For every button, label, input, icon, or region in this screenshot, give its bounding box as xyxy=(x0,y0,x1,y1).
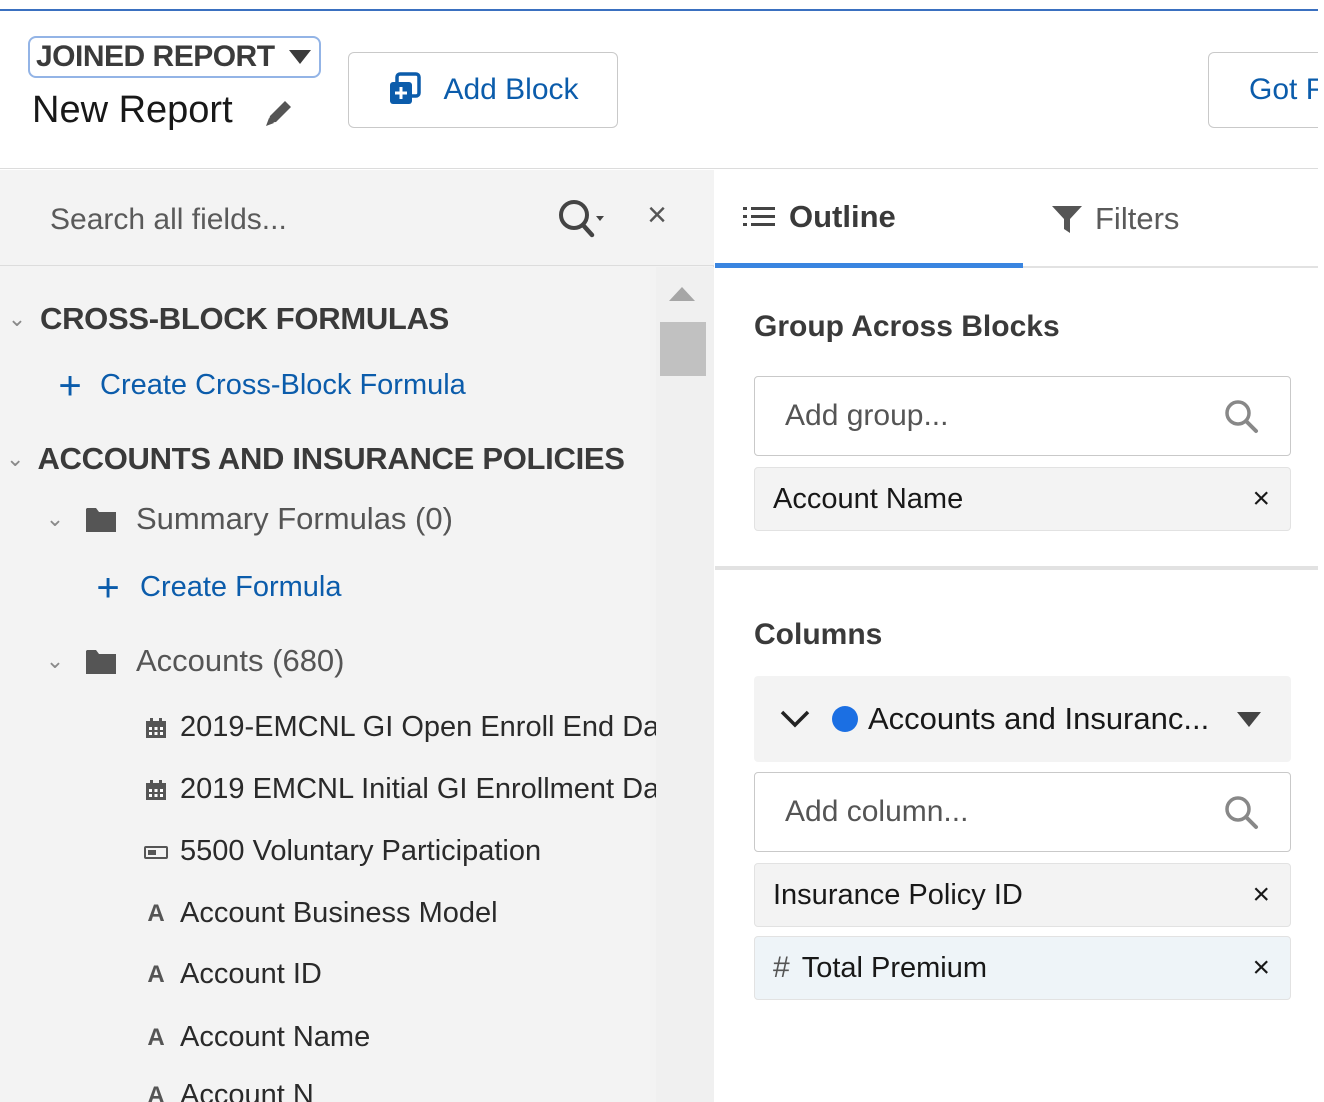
got-feedback-button[interactable]: Got F xyxy=(1208,52,1324,128)
fields-panel: × ⌄ CROSS-BLOCK FORMULAS + Create Cross-… xyxy=(0,170,714,1102)
create-cross-block-formula-label: Create Cross-Block Formula xyxy=(100,369,466,401)
block-header[interactable]: Accounts and Insuranc... xyxy=(754,676,1291,762)
group-pill-label: Account Name xyxy=(773,482,964,515)
text-field-icon: A xyxy=(147,899,165,927)
panel-tabs: Outline Filters xyxy=(715,170,1318,268)
text-field-icon: A xyxy=(147,960,165,988)
text-field-icon: A xyxy=(147,1023,165,1051)
scroll-thumb[interactable] xyxy=(660,322,706,376)
group-pill: Account Name × xyxy=(754,467,1291,531)
create-formula-label: Create Formula xyxy=(140,571,342,603)
report-name: New Report xyxy=(32,89,233,131)
search-icon xyxy=(1225,796,1258,829)
column-pill[interactable]: Insurance Policy ID × xyxy=(754,863,1291,927)
folder-icon xyxy=(86,650,116,674)
report-type-dropdown[interactable]: JOINED REPORT xyxy=(28,36,321,78)
add-column-input[interactable] xyxy=(785,791,1205,833)
calendar-icon xyxy=(146,779,166,800)
column-pill[interactable]: # Total Premium × xyxy=(754,936,1291,1000)
field-item[interactable]: 2019-EMCNL GI Open Enroll End Date xyxy=(144,711,656,744)
section-accounts-and-insurance-policies[interactable]: ⌄ ACCOUNTS AND INSURANCE POLICIES xyxy=(6,441,624,477)
tab-outline-label: Outline xyxy=(789,198,896,234)
search-icon[interactable] xyxy=(556,197,606,241)
section-title: CROSS-BLOCK FORMULAS xyxy=(40,301,450,336)
caret-down-icon xyxy=(288,50,311,64)
scroll-up-arrow-icon[interactable] xyxy=(669,287,695,301)
right-edge-clip xyxy=(1318,0,1324,1102)
create-formula-link[interactable]: + Create Formula xyxy=(92,565,342,610)
columns-title: Columns xyxy=(754,618,883,651)
plus-icon: + xyxy=(58,363,82,408)
add-group-input[interactable] xyxy=(785,395,1205,437)
field-item[interactable]: 5500 Voluntary Participation xyxy=(144,835,541,868)
column-pill-label: Total Premium xyxy=(801,951,988,984)
chevron-down-icon[interactable] xyxy=(780,709,810,729)
field-item[interactable]: A Account N xyxy=(144,1079,314,1102)
chevron-down-icon: ⌄ xyxy=(45,506,65,531)
block-color-dot xyxy=(832,706,858,732)
field-label: Account N xyxy=(180,1079,314,1102)
checkbox-field-icon xyxy=(144,845,168,859)
number-field-icon: # xyxy=(773,951,790,984)
field-label: Account Name xyxy=(180,1021,371,1053)
field-item[interactable]: A Account Name xyxy=(144,1021,370,1054)
caret-down-icon[interactable] xyxy=(1237,712,1261,727)
add-column-field[interactable] xyxy=(754,772,1291,852)
edit-pencil-icon[interactable] xyxy=(262,97,298,129)
field-search-bar: × xyxy=(0,170,714,266)
got-button-label: Got F xyxy=(1249,73,1324,106)
field-tree-scrollbar[interactable] xyxy=(656,267,714,1102)
section-cross-block-formulas[interactable]: ⌄ CROSS-BLOCK FORMULAS xyxy=(6,301,450,337)
text-field-icon: A xyxy=(147,1081,165,1102)
folder-summary-formulas[interactable]: ⌄ Summary Formulas (0) xyxy=(44,501,453,537)
list-icon xyxy=(743,206,775,226)
report-header: JOINED REPORT New Report Add Block Got F xyxy=(0,11,1324,169)
add-block-label: Add Block xyxy=(443,73,579,106)
accounts-folder-label: Accounts (680) xyxy=(136,643,345,678)
group-across-blocks-title: Group Across Blocks xyxy=(754,310,1060,343)
remove-group-icon[interactable]: × xyxy=(1252,482,1270,516)
add-block-button[interactable]: Add Block xyxy=(348,52,618,128)
tab-outline[interactable]: Outline xyxy=(715,170,1023,268)
clear-search-icon[interactable]: × xyxy=(640,198,674,232)
create-cross-block-formula-link[interactable]: + Create Cross-Block Formula xyxy=(54,363,466,408)
chevron-down-icon: ⌄ xyxy=(6,446,25,471)
field-tree: ⌄ CROSS-BLOCK FORMULAS + Create Cross-Bl… xyxy=(0,267,656,1102)
section-title: ACCOUNTS AND INSURANCE POLICIES xyxy=(37,441,624,476)
folder-accounts[interactable]: ⌄ Accounts (680) xyxy=(44,643,345,679)
field-label: 2019 EMCNL Initial GI Enrollment Date xyxy=(180,773,656,805)
filter-icon xyxy=(1052,206,1082,233)
block-name-label: Accounts and Insuranc... xyxy=(868,701,1210,736)
remove-column-icon[interactable]: × xyxy=(1252,951,1270,985)
outline-panel: Outline Filters Group Across Blocks Acco… xyxy=(715,170,1324,1102)
tab-filters-label: Filters xyxy=(1095,201,1180,236)
chevron-down-icon: ⌄ xyxy=(7,306,27,331)
summary-formulas-label: Summary Formulas (0) xyxy=(136,501,453,536)
field-label: 5500 Voluntary Participation xyxy=(180,835,542,867)
chevron-down-icon: ⌄ xyxy=(45,648,65,673)
field-item[interactable]: 2019 EMCNL Initial GI Enrollment Date xyxy=(144,773,656,806)
calendar-icon xyxy=(146,717,166,738)
search-icon xyxy=(1225,400,1258,433)
folder-icon xyxy=(86,508,116,532)
add-block-icon xyxy=(390,72,422,104)
add-group-field[interactable] xyxy=(754,376,1291,456)
field-item[interactable]: A Account Business Model xyxy=(144,897,498,930)
column-pill-label: Insurance Policy ID xyxy=(773,878,1023,911)
field-label: 2019-EMCNL GI Open Enroll End Date xyxy=(180,711,656,743)
tab-filters[interactable]: Filters xyxy=(1051,170,1301,268)
field-item[interactable]: A Account ID xyxy=(144,958,322,991)
plus-icon: + xyxy=(96,565,120,610)
field-label: Account ID xyxy=(180,958,322,990)
field-label: Account Business Model xyxy=(180,897,498,929)
report-type-label: JOINED REPORT xyxy=(36,40,275,73)
section-divider xyxy=(715,566,1318,570)
remove-column-icon[interactable]: × xyxy=(1252,878,1270,912)
search-fields-input[interactable] xyxy=(50,198,530,242)
